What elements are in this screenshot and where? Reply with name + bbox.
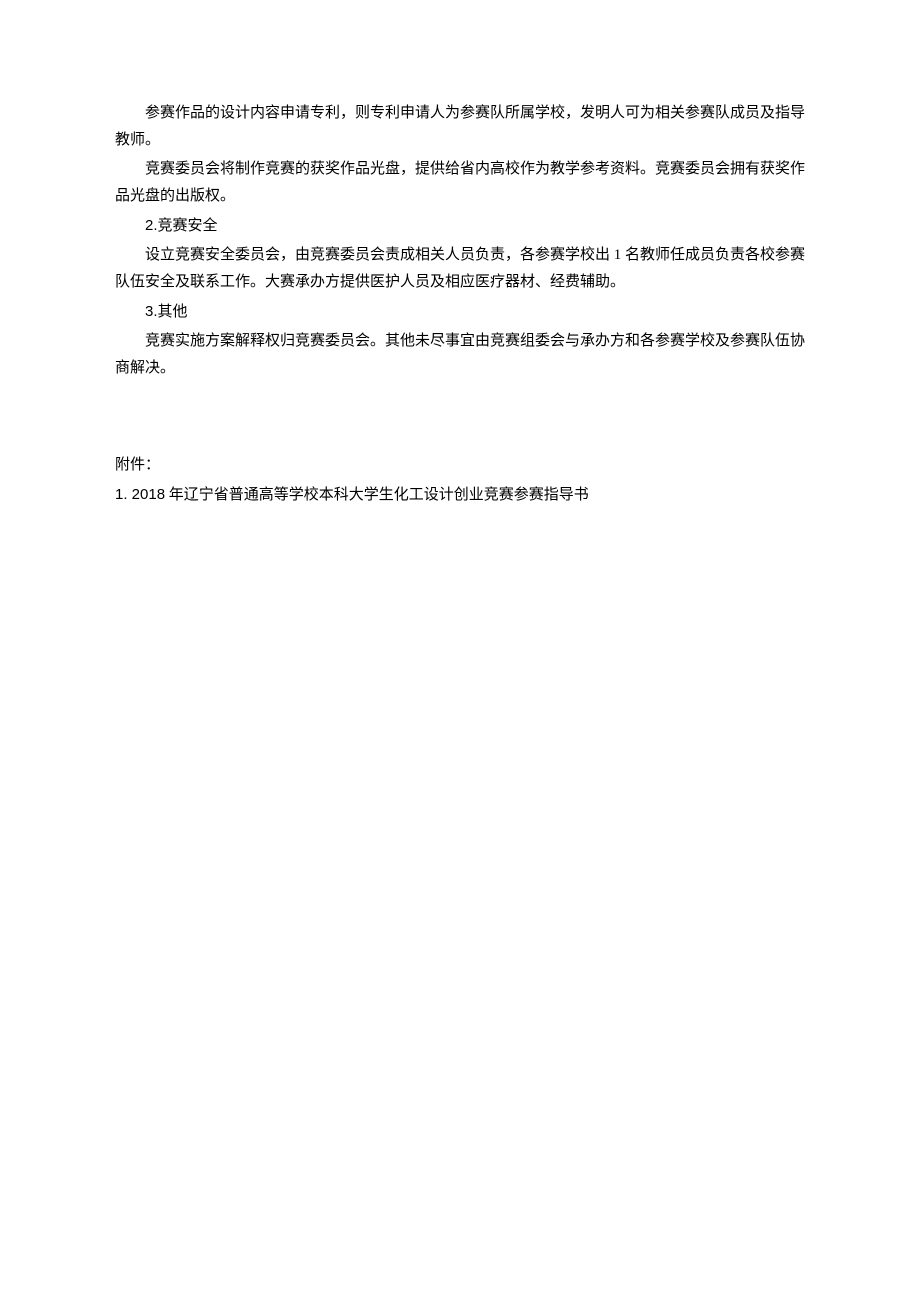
- attachment-item-1-prefix: 1. 2018: [115, 486, 165, 503]
- attachment-label: 附件：: [115, 452, 805, 479]
- section-3-title: 其他: [158, 304, 188, 320]
- section-header-3: 3.其他: [115, 298, 805, 326]
- paragraph-4: 竞赛实施方案解释权归竞赛委员会。其他未尽事宜由竞赛组委会与承办方和各参赛学校及参…: [115, 328, 805, 382]
- section-3-number: 3.: [145, 303, 158, 320]
- paragraph-2: 竞赛委员会将制作竞赛的获奖作品光盘，提供给省内高校作为教学参考资料。竞赛委员会拥…: [115, 156, 805, 210]
- attachment-section: 附件： 1. 2018 年辽宁省普通高等学校本科大学生化工设计创业竞赛参赛指导书: [115, 452, 805, 509]
- attachment-item-1-text: 年辽宁省普通高等学校本科大学生化工设计创业竞赛参赛指导书: [165, 487, 589, 503]
- paragraph-1: 参赛作品的设计内容申请专利，则专利申请人为参赛队所属学校，发明人可为相关参赛队成…: [115, 100, 805, 154]
- attachment-item-1: 1. 2018 年辽宁省普通高等学校本科大学生化工设计创业竞赛参赛指导书: [115, 481, 805, 509]
- section-2-number: 2.: [145, 217, 158, 234]
- section-header-2: 2.竞赛安全: [115, 212, 805, 240]
- document-body: 参赛作品的设计内容申请专利，则专利申请人为参赛队所属学校，发明人可为相关参赛队成…: [115, 100, 805, 509]
- section-2-title: 竞赛安全: [158, 218, 218, 234]
- paragraph-3: 设立竞赛安全委员会，由竞赛委员会责成相关人员负责，各参赛学校出 1 名教师任成员…: [115, 242, 805, 296]
